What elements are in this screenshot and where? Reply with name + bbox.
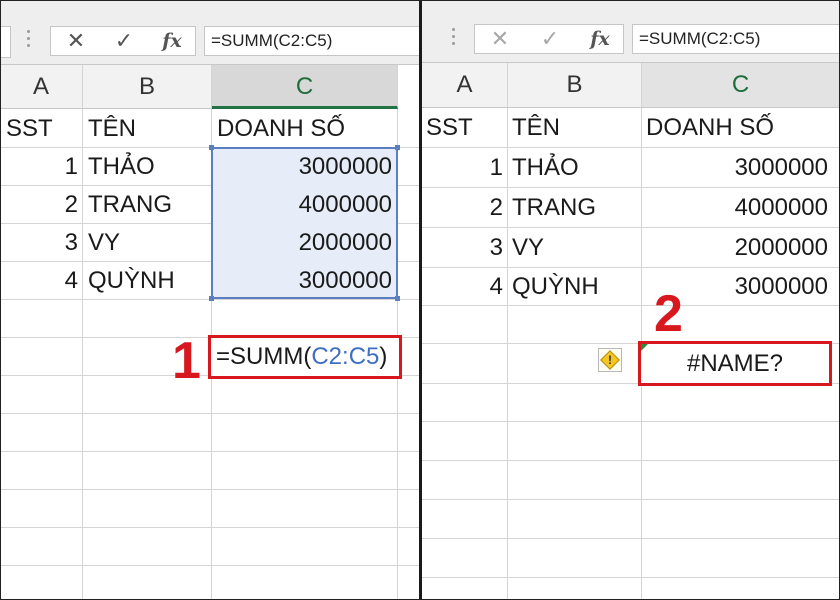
cell-sales[interactable]: 3000000 [212,148,392,185]
step-number-2: 2 [654,285,683,343]
formula-edit-text: =SUMM(C2:C5) [216,338,387,376]
right-panel: ✕ ✓ fx =SUMM(C2:C5) A B C SST TÊN DOANH … [422,0,840,600]
cell-sales[interactable]: 3000000 [642,148,828,187]
gridline [422,499,840,500]
cell-stt[interactable]: 3 [0,224,78,261]
formula-buttons: ✕ ✓ fx [50,26,196,56]
header-cell-stt[interactable]: SST [6,110,82,147]
cell-stt[interactable]: 2 [0,186,78,223]
formula-edit-prefix: =SUMM( [216,343,312,370]
formula-edit-ref: C2:C5 [311,343,380,370]
header-cell-stt[interactable]: SST [426,109,506,147]
column-header-a[interactable]: A [422,63,508,108]
cell-sales[interactable]: 2000000 [642,228,828,267]
cancel-icon[interactable]: ✕ [485,25,515,53]
cell-stt[interactable]: 3 [422,228,503,267]
header-cell-name[interactable]: TÊN [512,109,640,147]
cancel-icon[interactable]: ✕ [61,27,91,55]
gridline [0,413,419,414]
screenshot-comparison: ✕ ✓ fx =SUMM(C2:C5) A B C SST TÊN DOANH … [0,0,840,600]
cell-name[interactable]: THẢO [88,148,210,185]
cell-name[interactable]: VY [512,228,640,267]
left-panel: ✕ ✓ fx =SUMM(C2:C5) A B C SST TÊN DOANH … [0,0,419,600]
header-cell-name[interactable]: TÊN [88,110,210,147]
column-header-c[interactable]: C [212,65,398,109]
formula-buttons: ✕ ✓ fx [474,24,624,54]
warning-icon[interactable]: ! [598,348,622,372]
column-header-b[interactable]: B [83,65,212,109]
fx-icon[interactable]: fx [585,25,615,53]
formula-bar-grip[interactable] [27,30,31,52]
cell-sales[interactable]: 2000000 [212,224,392,261]
gridline [507,108,508,600]
gridline [0,451,419,452]
cell-stt[interactable]: 4 [422,268,503,305]
warning-mark: ! [608,353,612,367]
error-result-cell[interactable]: #NAME? [638,341,832,386]
cell-sales[interactable]: 4000000 [212,186,392,223]
formula-edit-suffix: ) [379,343,388,370]
formula-edit-cell[interactable]: =SUMM(C2:C5) [208,335,402,379]
column-header-c[interactable]: C [642,63,840,108]
gridline [0,489,419,490]
cell-name[interactable]: QUỲNH [512,268,640,305]
cell-name[interactable]: VY [88,224,210,261]
column-header-a[interactable]: A [0,65,83,109]
gridline [0,565,419,566]
cell-sales[interactable]: 3000000 [212,262,392,299]
gridline [422,305,840,306]
enter-icon[interactable]: ✓ [535,25,565,53]
fx-icon[interactable]: fx [157,27,187,55]
formula-bar: ✕ ✓ fx =SUMM(C2:C5) [422,0,840,63]
cell-sales[interactable]: 4000000 [642,188,828,227]
gridline [0,527,419,528]
gridline [422,421,840,422]
cell-name[interactable]: QUỲNH [88,262,210,299]
step-number-1: 1 [172,332,201,390]
selection-handle[interactable] [395,296,400,301]
cell-name[interactable]: TRANG [88,186,210,223]
column-header-b[interactable]: B [508,63,642,108]
name-box[interactable] [0,26,11,58]
formula-input[interactable]: =SUMM(C2:C5) [632,24,840,54]
formula-bar: ✕ ✓ fx =SUMM(C2:C5) [0,0,419,65]
enter-icon[interactable]: ✓ [109,27,139,55]
header-cell-sales[interactable]: DOANH SỐ [646,109,838,147]
formula-bar-grip[interactable] [452,28,456,50]
formula-input[interactable]: =SUMM(C2:C5) [204,26,419,56]
cell-stt[interactable]: 2 [422,188,503,227]
cell-name[interactable]: THẢO [512,148,640,187]
gridline [422,577,840,578]
cell-stt[interactable]: 4 [0,262,78,299]
cell-name[interactable]: TRANG [512,188,640,227]
error-result-text: #NAME? [686,350,784,377]
cell-stt[interactable]: 1 [0,148,78,185]
gridline [422,460,840,461]
cell-stt[interactable]: 1 [422,148,503,187]
gridline [422,538,840,539]
header-cell-sales[interactable]: DOANH SỐ [217,110,397,147]
